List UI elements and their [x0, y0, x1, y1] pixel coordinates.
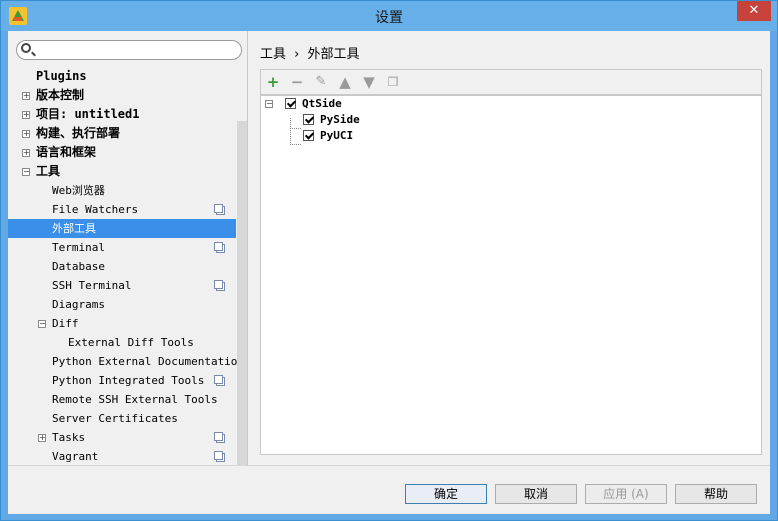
edit-icon[interactable]: ✎ — [313, 74, 329, 90]
collapse-icon[interactable]: − — [22, 168, 30, 176]
scrollbar-thumb[interactable] — [237, 121, 247, 465]
tree-item-label: Remote SSH External Tools — [52, 393, 218, 406]
tree-item-label: Terminal — [52, 241, 105, 254]
tree-item[interactable]: External Diff Tools — [68, 333, 194, 352]
checkbox-checked-icon[interactable] — [303, 130, 314, 141]
project-settings-icon — [214, 451, 225, 462]
search-input[interactable] — [37, 42, 239, 58]
expand-icon[interactable]: + — [22, 149, 30, 157]
tree-item[interactable]: Python External Documentation — [52, 352, 244, 371]
copy-icon[interactable]: ❐ — [385, 74, 401, 90]
expand-icon[interactable]: + — [22, 111, 30, 119]
ok-button[interactable]: 确定 — [405, 484, 487, 504]
tool-group-label: QtSide — [302, 97, 342, 110]
cancel-button[interactable]: 取消 — [495, 484, 577, 504]
tree-item-label: 构建、执行部署 — [36, 126, 121, 140]
tree-item-label: SSH Terminal — [52, 279, 132, 292]
tool-item[interactable]: PyUCI — [303, 128, 353, 144]
tool-label: PySide — [320, 113, 360, 126]
expand-icon[interactable]: + — [38, 434, 46, 442]
tree-item-label: 语言和框架 — [36, 145, 97, 159]
close-button[interactable]: ✕ — [737, 1, 771, 21]
tree-item-label: Python Integrated Tools — [52, 374, 205, 387]
tree-item[interactable]: Tasks — [52, 428, 85, 447]
expand-icon[interactable]: + — [22, 92, 30, 100]
tree-connector — [290, 126, 301, 145]
tree-item[interactable]: Diagrams — [52, 295, 105, 314]
tree-item[interactable]: 版本控制 — [36, 86, 84, 105]
tree-item[interactable]: Vagrant — [52, 447, 98, 466]
tree-item[interactable]: 项目: untitled1 — [36, 105, 139, 124]
tree-item-label: Tasks — [52, 431, 86, 444]
help-button[interactable]: 帮助 — [675, 484, 757, 504]
tree-item-label: 版本控制 — [36, 88, 85, 102]
breadcrumb-separator-icon: › — [294, 47, 300, 62]
project-settings-icon — [214, 280, 225, 291]
tree-item-label: Diff — [52, 317, 79, 330]
settings-window: 设置 ✕ Plugins 版本控制 + 项目: untitled1 + 构建、执行部署 + 语… — [0, 0, 778, 521]
search-icon — [21, 43, 31, 53]
tree-item-label: 工具 — [36, 164, 61, 178]
tree-item[interactable]: Plugins — [36, 67, 87, 86]
tool-label: PyUCI — [320, 129, 354, 142]
tree-item-label: External Diff Tools — [68, 336, 194, 349]
project-settings-icon — [214, 204, 225, 215]
project-settings-icon — [214, 375, 225, 386]
tree-item[interactable]: File Watchers — [52, 200, 138, 219]
external-tools-panel: 工具 › 外部工具 + − ✎ ▲ ▼ ❐ − QtSide PySide Py… — [248, 31, 770, 465]
checkbox-checked-icon[interactable] — [285, 98, 296, 109]
remove-icon[interactable]: − — [289, 74, 305, 90]
project-settings-icon — [214, 242, 225, 253]
expand-icon[interactable]: + — [22, 130, 30, 138]
apply-button[interactable]: 应用 (A) — [585, 484, 667, 504]
tree-item[interactable]: Diff — [52, 314, 79, 333]
window-title: 设置 — [375, 10, 403, 26]
tree-item-label: Python External Documentation — [52, 355, 245, 368]
external-tools-list: − QtSide PySide PyUCI — [260, 95, 762, 455]
settings-navigation: Plugins 版本控制 + 项目: untitled1 + 构建、执行部署 + 语言和框架 +… — [8, 31, 248, 465]
tree-item[interactable]: Web浏览器 — [52, 181, 105, 200]
title-bar[interactable]: 设置 ✕ — [1, 1, 777, 31]
tools-toolbar: + − ✎ ▲ ▼ ❐ — [260, 69, 762, 95]
search-box[interactable] — [16, 40, 242, 60]
collapse-icon[interactable]: − — [265, 100, 273, 108]
project-settings-icon — [214, 432, 225, 443]
tree-scrollbar[interactable] — [237, 121, 247, 465]
add-icon[interactable]: + — [265, 74, 281, 90]
tree-item-label: Plugins — [36, 69, 87, 83]
tree-item[interactable]: SSH Terminal — [52, 276, 131, 295]
tree-item-label: Web浏览器 — [52, 184, 105, 197]
tree-item[interactable]: Server Certificates — [52, 409, 178, 428]
tool-group-item[interactable]: QtSide — [285, 96, 342, 112]
tree-item[interactable]: Database — [52, 257, 105, 276]
checkbox-checked-icon[interactable] — [303, 114, 314, 125]
breadcrumb-parent[interactable]: 工具 — [260, 47, 286, 62]
breadcrumb: 工具 › 外部工具 — [260, 43, 364, 62]
tree-item[interactable]: Python Integrated Tools — [52, 371, 204, 390]
tree-item-label: Database — [52, 260, 105, 273]
tree-item-label: Server Certificates — [52, 412, 178, 425]
tree-item[interactable]: 语言和框架 — [36, 143, 96, 162]
dialog-footer: 确定 取消 应用 (A) 帮助 — [8, 465, 770, 514]
tree-item[interactable]: 构建、执行部署 — [36, 124, 120, 143]
tree-item-label: Diagrams — [52, 298, 105, 311]
move-up-icon[interactable]: ▲ — [337, 74, 353, 90]
tree-item-label: File Watchers — [52, 203, 139, 216]
collapse-icon[interactable]: − — [38, 320, 46, 328]
tree-item-label: 项目: untitled1 — [36, 107, 140, 121]
tree-item-label: Vagrant — [52, 450, 99, 463]
tree-item[interactable]: Terminal — [52, 238, 105, 257]
tree-item[interactable]: 外部工具 — [8, 219, 236, 238]
tree-item-label: 外部工具 — [52, 222, 96, 235]
tree-item[interactable]: 工具 — [36, 162, 60, 181]
tool-item[interactable]: PySide — [303, 112, 360, 128]
tree-item[interactable]: Remote SSH External Tools — [52, 390, 218, 409]
breadcrumb-current: 外部工具 — [307, 47, 360, 62]
dialog-body: Plugins 版本控制 + 项目: untitled1 + 构建、执行部署 + 语言和框架 +… — [8, 31, 770, 514]
move-down-icon[interactable]: ▼ — [361, 74, 377, 90]
